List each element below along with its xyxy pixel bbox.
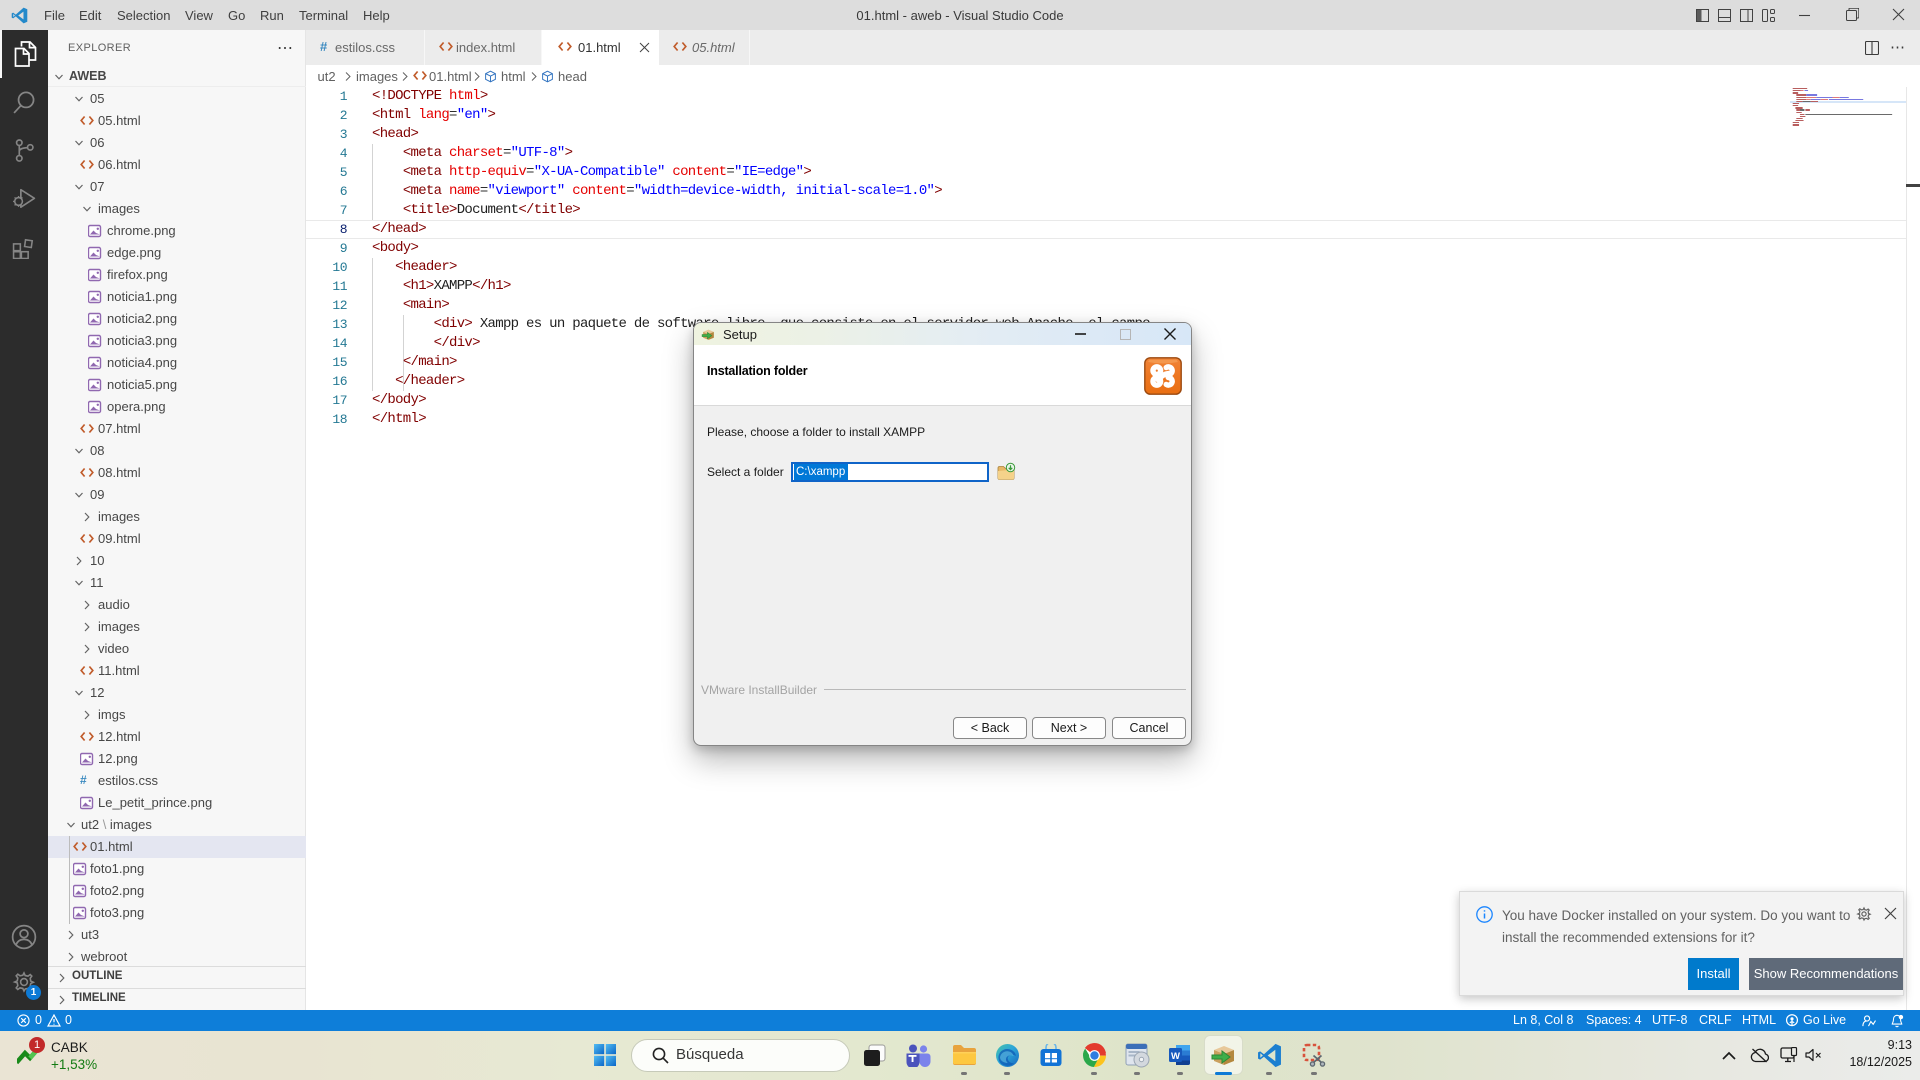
svg-text:W: W	[1171, 1051, 1180, 1062]
